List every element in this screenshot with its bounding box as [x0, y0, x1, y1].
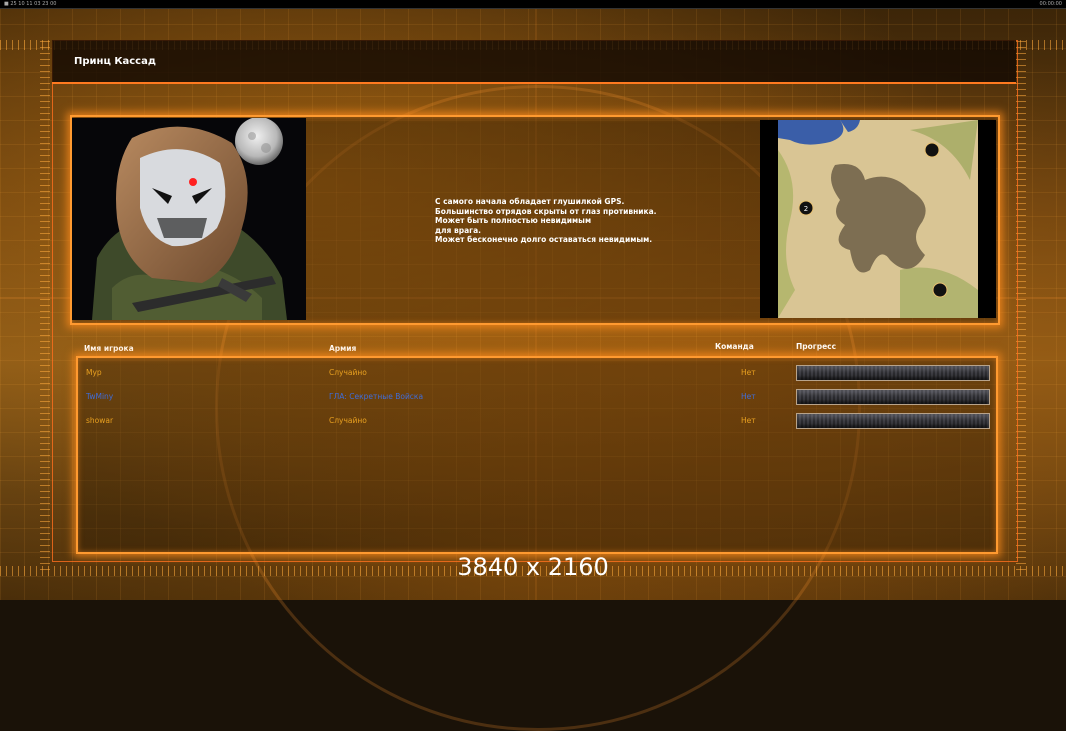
team-select[interactable]: Нет	[741, 392, 756, 401]
army-select[interactable]: Случайно	[329, 368, 367, 377]
general-portrait	[72, 118, 306, 320]
header-progress: Прогресс	[796, 342, 837, 351]
resolution-watermark: 3840 x 2160	[457, 553, 609, 581]
description-line: Может бесконечно долго оставаться невиди…	[435, 235, 653, 244]
minimap[interactable]: 2	[760, 120, 996, 318]
loading-progress-bar	[796, 365, 990, 381]
player-name: Myp	[86, 368, 102, 377]
team-select[interactable]: Нет	[741, 368, 756, 377]
header-player: Имя игрока	[84, 344, 134, 353]
description-line: Большинство отрядов скрыты от глаз проти…	[435, 206, 657, 216]
team-select[interactable]: Нет	[741, 416, 756, 425]
start-position-icon[interactable]	[932, 282, 948, 298]
loading-progress-bar	[796, 389, 990, 405]
system-status-bar: ■ 25 10 11 03 23 00 00:00:00	[0, 0, 1066, 9]
title-bar	[52, 40, 1016, 82]
faction-title: Принц Кассад	[74, 56, 156, 67]
player-name: TwMiny	[86, 392, 114, 401]
start-position-icon[interactable]	[924, 142, 940, 158]
description-line: С самого начала обладает глушилкой GPS.	[435, 197, 625, 206]
player-name: showar	[86, 416, 114, 425]
status-left: ■ 25 10 11 03 23 00	[4, 1, 57, 7]
army-select[interactable]: ГЛА: Секретные Войска	[329, 392, 423, 401]
loading-progress-bar	[796, 413, 990, 429]
description-line: для врага.	[435, 225, 481, 235]
player-marker-label: 2	[804, 205, 808, 213]
header-team: Команда	[715, 342, 754, 351]
description-line: Может быть полностью невидимым	[435, 216, 592, 225]
army-select[interactable]: Случайно	[329, 416, 367, 425]
header-army: Армия	[329, 344, 357, 353]
faction-description: С самого начала обладает глушилкой GPS. …	[435, 197, 755, 245]
red-eye-icon	[189, 178, 197, 186]
moon-icon	[235, 118, 283, 165]
ruler-left	[40, 40, 50, 570]
player-list-panel	[76, 356, 998, 554]
title-divider	[52, 82, 1016, 84]
clock: 00:00:00	[1039, 1, 1062, 7]
